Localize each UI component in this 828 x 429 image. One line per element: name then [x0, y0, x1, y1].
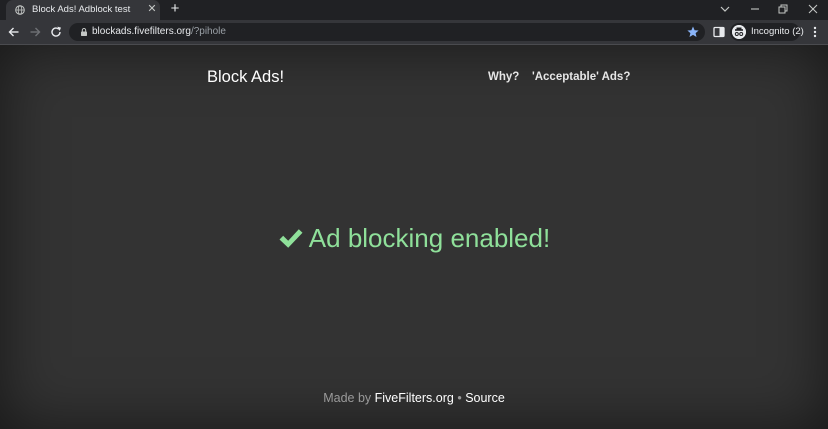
incognito-label: Incognito (2) — [751, 26, 804, 37]
address-bar[interactable]: blockads.fivefilters.org/?pihole — [69, 23, 705, 41]
arrow-left-icon[interactable] — [7, 25, 21, 39]
footer-link-source[interactable]: Source — [465, 391, 505, 405]
tab-title: Block Ads! Adblock test — [32, 4, 131, 15]
side-panel-icon[interactable] — [712, 25, 726, 39]
status-text: Ad blocking enabled! — [308, 223, 551, 253]
new-tab-button[interactable]: + — [168, 1, 182, 17]
url-path: /?pihole — [190, 26, 226, 37]
restore-icon[interactable] — [776, 2, 790, 16]
footer: Made by FiveFilters.org • Source — [0, 391, 828, 405]
footer-bullet: • — [457, 391, 462, 405]
nav-link-why[interactable]: Why? — [488, 71, 519, 83]
active-tab[interactable]: Block Ads! Adblock test ✕ — [6, 0, 160, 20]
nav-link-acceptable-ads[interactable]: 'Acceptable' Ads? — [532, 71, 630, 83]
globe-icon — [15, 5, 25, 15]
arrow-right-icon[interactable] — [28, 25, 42, 39]
close-window-icon[interactable] — [806, 2, 820, 16]
status-message: Ad blocking enabled! — [0, 223, 828, 254]
url-text[interactable]: blockads.fivefilters.org/?pihole — [92, 26, 226, 37]
checkmark-icon — [279, 229, 303, 248]
tab-close-icon[interactable]: ✕ — [146, 3, 158, 15]
kebab-menu-icon[interactable] — [808, 25, 822, 39]
site-title[interactable]: Block Ads! — [207, 68, 284, 87]
star-icon[interactable] — [686, 25, 700, 39]
browser-toolbar: blockads.fivefilters.org/?pihole Incogni… — [0, 20, 828, 44]
footer-link-fivefilters[interactable]: FiveFilters.org — [375, 391, 454, 405]
tab-search-icon[interactable] — [718, 2, 732, 16]
lock-icon[interactable] — [79, 27, 89, 37]
incognito-icon — [732, 25, 746, 39]
url-host: blockads.fivefilters.org — [92, 26, 191, 37]
minimize-icon[interactable] — [748, 2, 762, 16]
incognito-button[interactable]: Incognito (2) — [730, 23, 804, 41]
reload-icon[interactable] — [49, 25, 63, 39]
footer-made-by: Made by — [323, 391, 372, 405]
page-viewport: Block Ads! Why? 'Acceptable' Ads? Ad blo… — [0, 45, 828, 429]
tab-strip: Block Ads! Adblock test ✕ + — [0, 0, 828, 20]
